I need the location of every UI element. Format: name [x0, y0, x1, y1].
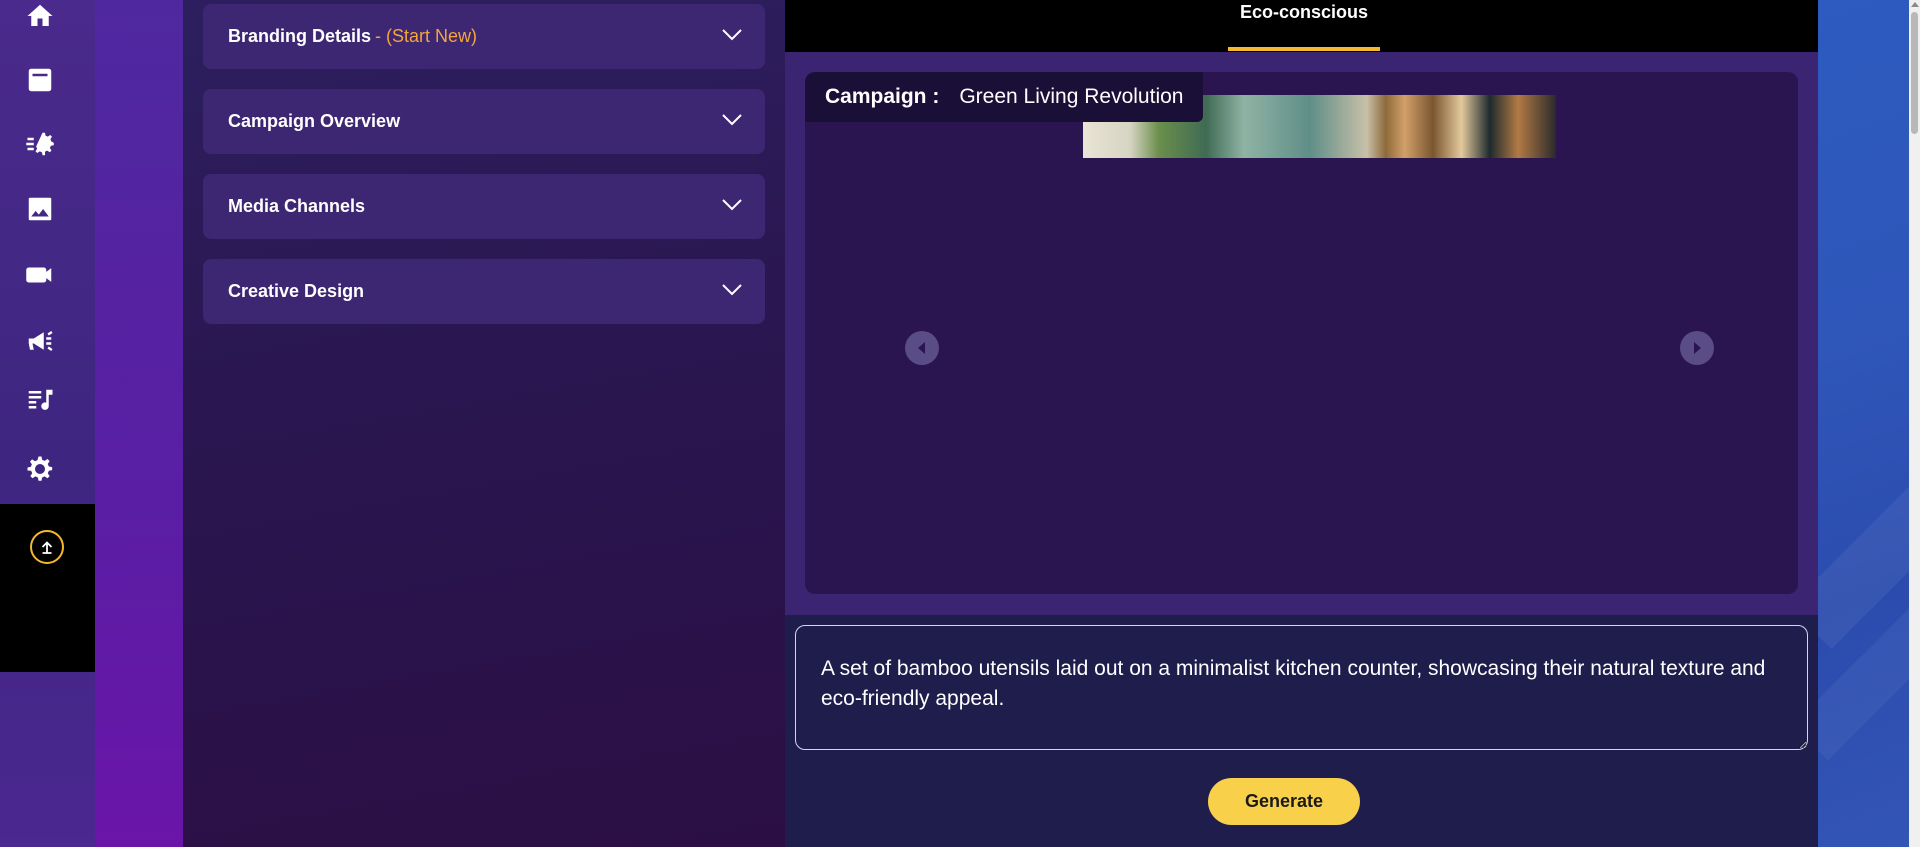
accordion-media-channels[interactable]: Media Channels — [203, 174, 765, 239]
carousel-next-button[interactable] — [1680, 331, 1714, 365]
accordion-title: Campaign Overview — [228, 111, 401, 131]
vertical-scrollbar[interactable] — [1909, 0, 1920, 847]
chevron-right-icon — [1694, 342, 1701, 354]
content-icon[interactable] — [20, 381, 60, 421]
resize-grip-icon[interactable] — [1794, 736, 1804, 749]
main-content: Eco-conscious Campaign : Green Living Re… — [785, 0, 1818, 847]
page-backdrop — [1818, 0, 1909, 847]
campaign-name: Green Living Revolution — [959, 85, 1184, 108]
accordion-title: Media Channels — [228, 196, 366, 216]
chevron-down-icon — [721, 198, 743, 212]
image-icon[interactable] — [20, 189, 60, 229]
campaigns-icon[interactable] — [20, 60, 60, 100]
accordion-title: Creative Design — [228, 281, 365, 301]
settings-icon[interactable] — [20, 449, 60, 489]
scrollbar-thumb[interactable] — [1911, 12, 1918, 134]
megaphone-icon[interactable] — [20, 321, 60, 361]
backdrop-decoration — [1818, 451, 1909, 649]
generate-button[interactable]: Generate — [1208, 778, 1360, 825]
chevron-down-icon — [721, 113, 743, 127]
carousel-prev-button[interactable] — [905, 331, 939, 365]
chevron-left-icon — [918, 342, 925, 354]
automation-icon[interactable] — [20, 124, 60, 164]
accordion-creative-design[interactable]: Creative Design — [203, 259, 765, 324]
chevron-down-icon — [721, 28, 743, 42]
settings-panel: Branding Details - (Start New) Campaign … — [183, 0, 785, 847]
accordion-campaign-overview[interactable]: Campaign Overview — [203, 89, 765, 154]
accordion-branding-details[interactable]: Branding Details - (Start New) — [203, 4, 765, 69]
active-tab-indicator — [1228, 47, 1380, 51]
background-strip — [95, 0, 183, 847]
campaign-label: Campaign : Green Living Revolution — [805, 72, 1204, 122]
video-icon[interactable] — [20, 255, 60, 295]
image-carousel: Campaign : Green Living Revolution — [805, 72, 1798, 594]
prompt-text: A set of bamboo utensils laid out on a m… — [821, 657, 1766, 710]
accordion-title: Branding Details — [228, 26, 372, 46]
scroll-up-arrow-icon[interactable] — [1911, 2, 1919, 7]
chevron-down-icon — [721, 283, 743, 297]
tab-eco-conscious[interactable]: Eco-conscious — [1228, 0, 1380, 52]
upload-icon[interactable] — [30, 530, 64, 564]
prompt-textarea[interactable]: A set of bamboo utensils laid out on a m… — [795, 625, 1808, 750]
start-new-link[interactable]: - (Start New) — [375, 26, 477, 47]
campaign-label-key: Campaign : — [825, 85, 940, 108]
home-icon[interactable] — [20, 0, 60, 36]
sidebar-nav — [0, 0, 95, 847]
